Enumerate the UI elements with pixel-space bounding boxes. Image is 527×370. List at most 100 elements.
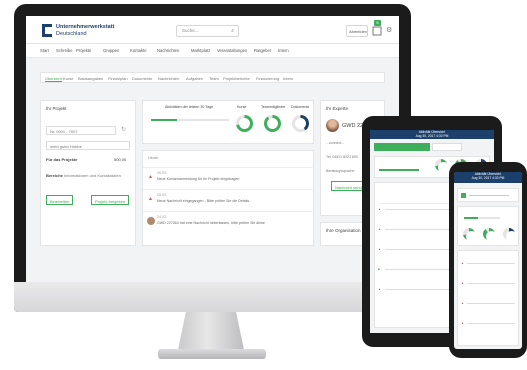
donut-team [264, 115, 281, 132]
logo-icon[interactable] [42, 24, 52, 37]
main-nav: Start Schreibe Projekte Gruppen Kontakte… [26, 44, 399, 58]
project-tabs: Übersicht Kurse Basisangaben Finanzplan … [40, 72, 385, 83]
alert-icon: ▲ [461, 301, 464, 305]
tablet-tab-active[interactable] [374, 143, 430, 151]
search-input[interactable]: Suche... ⌕ [176, 25, 239, 37]
phone-device: Aktivität Übersicht Aug 30, 2017 4:30 PM… [449, 162, 527, 358]
nav-item[interactable]: Start [40, 48, 49, 53]
logo-title[interactable]: Unternehmerwerkstatt [56, 24, 114, 30]
tab-item[interactable]: Aufgaben [186, 76, 203, 81]
search-placeholder: Suche... [182, 28, 199, 33]
alert-icon: ▲ [148, 174, 153, 180]
tablet-header-sub: Aug 30, 2017 4:30 PM [415, 133, 449, 138]
project-name-field[interactable]: mein guter Hubbe [46, 141, 130, 150]
timeline-item[interactable]: ▲ 26.03. Neue Kundenanmeldung für Ihr Pr… [143, 167, 315, 189]
tab-item[interactable]: Finanzplan [108, 76, 128, 81]
timeline-date: 25.03. [157, 193, 167, 197]
phone-screen: Aktivität Übersicht Aug 30, 2017 4:30 PM… [454, 172, 522, 349]
timeline-heading: Heute [148, 156, 159, 160]
timeline-item[interactable]: 24.03. GWD 227364 hat eine Nachricht hin… [143, 211, 315, 233]
price-value: 500,00 [114, 157, 127, 162]
tab-overview[interactable]: Übersicht [45, 76, 62, 82]
nav-item[interactable]: Marktplatz [191, 48, 210, 53]
alert-icon: ▲ [148, 196, 153, 202]
nav-item[interactable]: Kontakte [130, 48, 147, 53]
timeline-line [467, 303, 515, 304]
progress-fill [151, 119, 177, 121]
refresh-icon[interactable]: ↻ [121, 126, 126, 133]
nav-item[interactable]: Intern [278, 48, 289, 53]
expert-language: Beratungssprache [326, 169, 355, 173]
timeline-text: Neue Nachricht eingegangen - Bitte prüfe… [157, 199, 250, 203]
alert-icon: ▲ [378, 247, 381, 251]
alert-icon: ▲ [378, 227, 381, 231]
nav-item[interactable]: Veranstaltungen [217, 48, 247, 53]
phone-donut [483, 228, 497, 242]
tab-item[interactable]: Finanzierung [256, 76, 279, 81]
phone-progress-fill [464, 217, 478, 219]
timeline-line [467, 283, 515, 284]
donut-label: Teammitglieder [261, 105, 286, 109]
tablet-header: Aktivität Übersicht Aug 30, 2017 4:30 PM [370, 130, 494, 139]
alert-icon: ▲ [461, 261, 464, 265]
project-card-title: Ihr Projekt [46, 106, 67, 111]
note-label: Bereiche [46, 173, 63, 178]
gear-icon[interactable]: ⚙ [386, 26, 392, 34]
donut-label: Dokumente [291, 105, 310, 109]
phone-header: Aktivität Übersicht Aug 30, 2017 4:30 PM [454, 172, 522, 183]
monitor-foot [158, 349, 266, 359]
release-project-button[interactable]: Projekt freigeben [91, 195, 130, 205]
donut-label: Kurse [237, 105, 247, 109]
nav-item[interactable]: Schreibe [56, 48, 73, 53]
avatar [147, 217, 155, 225]
project-number-field[interactable]: Nr. 0001 - 7007 [46, 126, 116, 135]
timeline-text: GWD 227364 hat eine Nachricht hinterlass… [157, 221, 265, 225]
tab-item[interactable]: Dokumente [132, 76, 152, 81]
edit-button[interactable]: Bearbeiten [46, 195, 74, 205]
phone-header-sub: Aug 30, 2017 4:30 PM [471, 175, 505, 180]
timeline-date: 26.03. [157, 171, 167, 175]
app-header: Unternehmerwerkstatt Deutschland Suche..… [26, 16, 399, 44]
nav-item[interactable]: Nachrichten [157, 48, 179, 53]
alert-icon: ▲ [378, 207, 381, 211]
phone-stats-card [457, 206, 519, 246]
tablet-donut [435, 159, 449, 173]
tab-item[interactable]: Nachrichten [158, 76, 179, 81]
phone-donut [463, 228, 477, 242]
search-icon[interactable]: ⌕ [231, 28, 234, 34]
price-label: Für das Projekte [46, 157, 78, 162]
phone-donut [503, 228, 517, 242]
alert-icon: ▲ [461, 321, 464, 325]
account-button[interactable]: Abmelden [346, 25, 368, 37]
tablet-progress [379, 169, 419, 171]
tab-item[interactable]: Basisangaben [78, 76, 103, 81]
expert-card-title: Ihr Experte [326, 106, 349, 111]
organisation-card-title: Ihre Organisation [326, 228, 361, 233]
tab-item[interactable]: Intern [283, 76, 293, 81]
timeline-date: 24.03. [157, 215, 167, 219]
expert-avatar [326, 119, 339, 132]
desktop-monitor: Unternehmerwerkstatt Deutschland Suche..… [14, 4, 411, 312]
tab-item[interactable]: Kurse [63, 76, 73, 81]
account-label: Abmelden [349, 29, 368, 34]
success-icon: ■ [378, 267, 380, 271]
timeline-line [467, 263, 515, 264]
timeline-line [467, 323, 515, 324]
cart-badge: 5 [374, 20, 381, 26]
alert-icon: ▲ [378, 287, 381, 291]
tab-item[interactable]: Projektberichte [223, 76, 250, 81]
logo-subtitle[interactable]: Deutschland [56, 31, 87, 37]
timeline-item[interactable]: ▲ 25.03. Neue Nachricht eingegangen - Bi… [143, 189, 315, 211]
text-line [469, 195, 509, 196]
monitor-stand [178, 312, 244, 350]
timeline-card: Heute ▲ 26.03. Neue Kundenanmeldung für … [142, 150, 315, 246]
tablet-tab[interactable] [432, 143, 462, 151]
stats-card: Aktivitäten der letzten 30 Tage Kurse Te… [142, 100, 314, 144]
phone-timeline: ▲ ▲ ▲ ▲ [457, 250, 519, 346]
tab-item[interactable]: Team [209, 76, 219, 81]
expert-phone: Tel. 04521 8023 890 [326, 155, 358, 159]
nav-item[interactable]: Ratgeber [254, 48, 271, 53]
nav-item[interactable]: Projekte [76, 48, 91, 53]
project-card: Ihr Projekt Nr. 0001 - 7007 ↻ mein guter… [40, 100, 136, 246]
nav-item[interactable]: Gruppen [103, 48, 119, 53]
